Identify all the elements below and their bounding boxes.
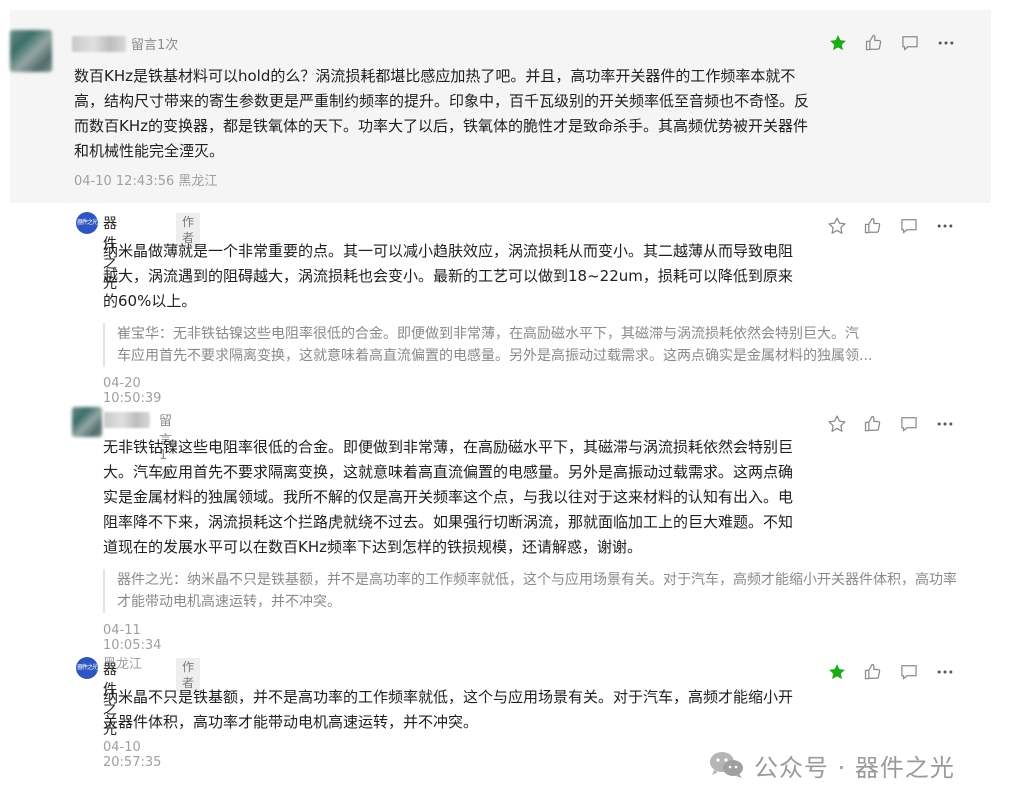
star-outline-icon bbox=[828, 217, 846, 234]
like-button[interactable] bbox=[862, 413, 884, 435]
comment-body: 无非铁钴镍这些电阻率很低的合金。即便做到非常薄，在高励磁水平下，其磁滞与涡流损耗… bbox=[103, 438, 794, 556]
comment-timestamp: 04-10 12:43:56 黑龙江 bbox=[74, 174, 218, 189]
quote-text-line: 车应用首先不要求隔离变换，这就意味着高直流偏置的电感量。另外是高振动过载需求。这… bbox=[117, 348, 873, 364]
more-button[interactable] bbox=[935, 32, 957, 54]
wechat-icon bbox=[710, 752, 743, 778]
like-button[interactable] bbox=[862, 215, 884, 237]
more-button[interactable] bbox=[934, 215, 956, 237]
comment-item: 留言1次 数百KHz是铁基材料可以hold的么？涡流损耗都堪比感应加热了吧。并且… bbox=[10, 10, 991, 203]
comment-body: 纳米晶不只是铁基额，并不是高功率的工作频率就低，这个与应用场景有关。对于汽车，高… bbox=[103, 688, 794, 731]
star-button[interactable] bbox=[826, 413, 848, 435]
author-avatar[interactable]: 器件之光 bbox=[76, 212, 98, 234]
more-dots-icon bbox=[937, 670, 953, 674]
reply-button[interactable] bbox=[898, 215, 920, 237]
watermark: 公众号 · 器件之光 bbox=[708, 747, 955, 783]
more-dots-icon bbox=[938, 41, 954, 45]
quote-text-line: 崔宝华：无非铁钴镍这些电阻率很低的合金。即便做到非常薄，在高励磁水平下，其磁滞与… bbox=[117, 326, 859, 342]
quote-text: 器件之光：纳米晶不只是铁基额，并不是高功率的工作频率就低，这个与应用场景有关。对… bbox=[117, 572, 957, 610]
thumbs-up-icon bbox=[864, 663, 881, 680]
user-avatar[interactable] bbox=[10, 30, 52, 72]
comment-actions bbox=[827, 32, 957, 54]
quoted-comment: 崔宝华：无非铁钴镍这些电阻率很低的合金。即便做到非常薄，在高励磁水平下，其磁滞与… bbox=[103, 323, 977, 367]
comment-timestamp: 04-10 20:57:35 bbox=[103, 740, 162, 770]
thumbs-up-icon bbox=[865, 34, 882, 51]
like-button[interactable] bbox=[863, 32, 885, 54]
comment-timestamp: 04-20 10:50:39 bbox=[103, 376, 162, 406]
comment-actions bbox=[826, 661, 956, 683]
comment-bubble-icon bbox=[901, 665, 917, 680]
comment-body: 数百KHz是铁基材料可以hold的么？涡流损耗都堪比感应加热了吧。并且，高功率开… bbox=[74, 67, 810, 160]
more-dots-icon bbox=[937, 422, 953, 426]
user-name-redacted bbox=[104, 412, 150, 428]
like-button[interactable] bbox=[862, 661, 884, 683]
reply-button[interactable] bbox=[898, 413, 920, 435]
reply-button[interactable] bbox=[899, 32, 921, 54]
comment-bubble-icon bbox=[901, 417, 917, 432]
star-button[interactable] bbox=[826, 661, 848, 683]
comment-count-label: 留言1次 bbox=[131, 38, 179, 53]
star-outline-icon bbox=[828, 415, 846, 432]
more-button[interactable] bbox=[934, 661, 956, 683]
thumbs-up-icon bbox=[864, 415, 881, 432]
user-avatar[interactable] bbox=[72, 407, 102, 437]
comment-actions bbox=[826, 413, 956, 435]
user-name-redacted bbox=[72, 36, 126, 52]
quoted-comment: 器件之光：纳米晶不只是铁基额，并不是高功率的工作频率就低，这个与应用场景有关。对… bbox=[103, 569, 967, 613]
more-button[interactable] bbox=[934, 413, 956, 435]
author-avatar[interactable]: 器件之光 bbox=[76, 657, 98, 679]
watermark-text: 公众号 · 器件之光 bbox=[754, 753, 955, 782]
comment-bubble-icon bbox=[901, 219, 917, 234]
reply-button[interactable] bbox=[898, 661, 920, 683]
more-dots-icon bbox=[937, 224, 953, 228]
comment-bubble-icon bbox=[902, 36, 918, 51]
thumbs-up-icon bbox=[864, 217, 881, 234]
star-button[interactable] bbox=[826, 215, 848, 237]
star-filled-icon bbox=[830, 35, 846, 51]
comment-actions bbox=[826, 215, 956, 237]
star-button[interactable] bbox=[827, 32, 849, 54]
star-filled-icon bbox=[829, 664, 845, 680]
comment-body: 纳米晶做薄就是一个非常重要的点。其一可以减小趋肤效应，涡流损耗从而变小。其二越薄… bbox=[103, 242, 794, 310]
